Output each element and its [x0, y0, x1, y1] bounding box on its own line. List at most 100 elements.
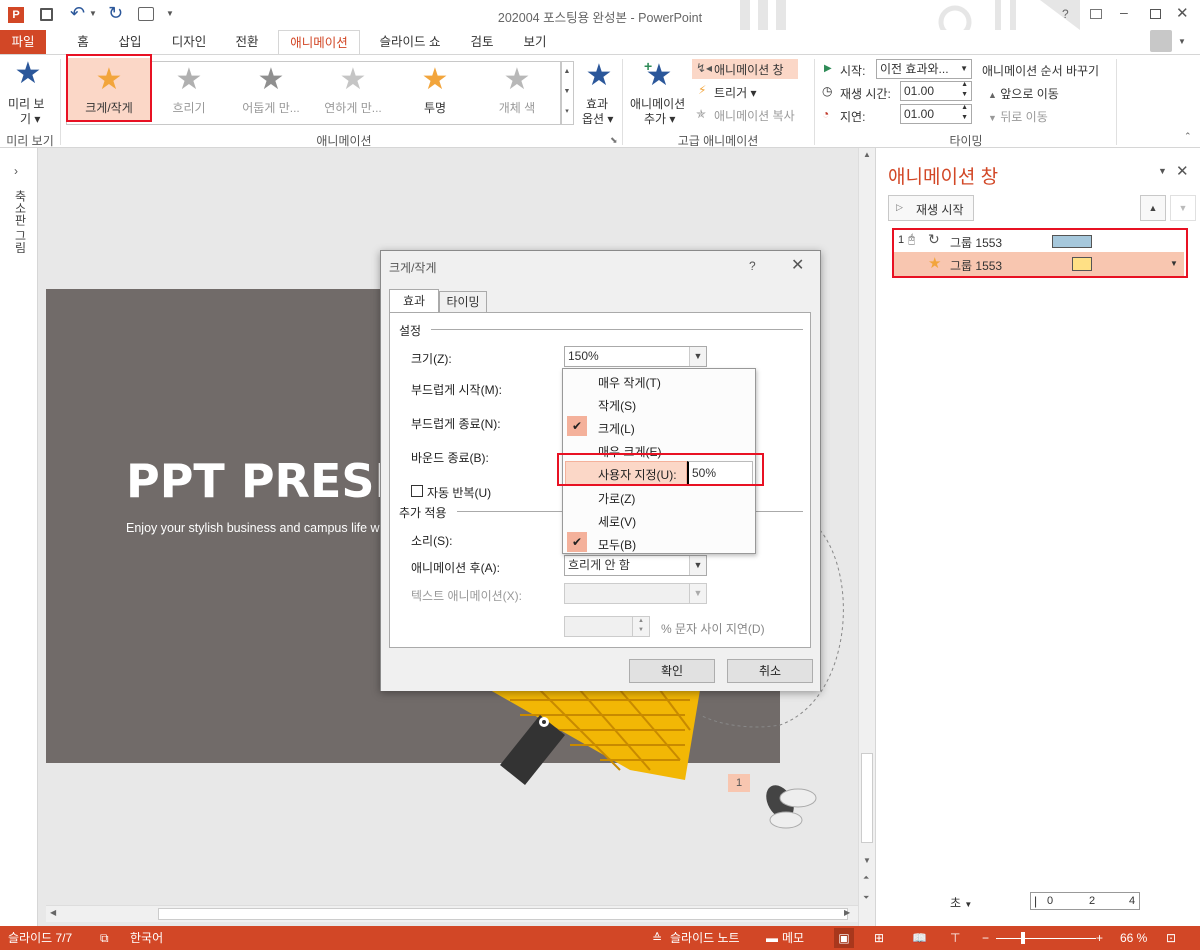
scroll-down-icon[interactable]: ▼ [863, 856, 871, 865]
save-icon[interactable] [40, 8, 53, 21]
expand-thumbnails-icon[interactable]: › [14, 164, 18, 178]
close-button[interactable]: ✕ [1176, 4, 1189, 22]
auto-reverse-label[interactable]: 자동 반복(U) [427, 484, 491, 501]
animation-label[interactable]: 투명 [396, 99, 474, 116]
tab-effect[interactable]: 효과 [389, 289, 439, 313]
menu-item-tiny[interactable]: 매우 작게(T) [598, 374, 661, 391]
start-dropdown[interactable]: 이전 효과와... ▼ [876, 59, 972, 79]
lighten-icon[interactable]: ★ [336, 65, 370, 95]
account-dropdown-icon[interactable]: ▼ [1178, 37, 1186, 46]
slide-counter[interactable]: 슬라이드 7/7 [8, 930, 72, 946]
tab-review[interactable]: 검토 [462, 30, 502, 54]
animation-label[interactable]: 연하게 만... [314, 99, 392, 116]
zoom-in-icon[interactable]: + [1096, 930, 1103, 946]
thumbnail-pane-label[interactable]: 축소판 그림 [12, 190, 29, 253]
menu-item-both[interactable]: 모두(B) [598, 536, 636, 553]
horizontal-scrollbar[interactable]: ◀ ▶ [46, 905, 858, 922]
move-down-button[interactable]: ▼ [1170, 195, 1196, 221]
duration-spinner[interactable]: 01.00 ▲ ▼ [900, 81, 972, 101]
vertical-scrollbar[interactable]: ▲ ▼ ⏶ ⏷ [858, 148, 875, 926]
help-button[interactable]: ? [1062, 7, 1069, 21]
undo-icon[interactable]: ↶ [70, 3, 85, 24]
reading-view-icon[interactable]: 📖 [912, 930, 927, 946]
slide-title[interactable]: PPT PRESE [126, 454, 406, 508]
menu-item-larger[interactable]: 크게(L) [598, 420, 635, 437]
tab-file[interactable]: 파일 [0, 30, 46, 54]
zoom-slider[interactable] [996, 938, 1096, 939]
tab-insert[interactable]: 삽입 [110, 30, 150, 54]
customize-qat-icon[interactable]: ▼ [166, 9, 174, 18]
slideshow-icon[interactable]: ⊤ [950, 930, 960, 946]
delay-spinner[interactable]: 01.00 ▲ ▼ [900, 104, 972, 124]
maximize-button[interactable] [1150, 9, 1161, 19]
slide-sorter-icon[interactable]: ⊞ [874, 930, 884, 946]
minimize-button[interactable]: – [1120, 4, 1128, 20]
gallery-scrollbar[interactable]: ▲ ▼ ▾ [560, 61, 574, 125]
comments-button[interactable]: 메모 [782, 930, 804, 946]
redo-icon[interactable]: ↻ [108, 3, 123, 24]
move-up-button[interactable]: ▲ [1140, 195, 1166, 221]
fade-icon[interactable]: ★ [172, 65, 206, 95]
preview-button-label-2[interactable]: 기 ▾ [20, 110, 40, 127]
scroll-thumb[interactable] [861, 753, 873, 843]
scroll-thumb[interactable] [158, 908, 848, 920]
effect-options-label-2[interactable]: 옵션 ▾ [582, 110, 613, 127]
slideshow-from-start-icon[interactable] [138, 7, 154, 21]
fit-to-window-icon[interactable]: ⊡ [1166, 930, 1176, 946]
animation-painter-label[interactable]: 애니메이션 복사 [714, 107, 795, 124]
scroll-right-icon[interactable]: ▶ [844, 908, 850, 917]
tab-slideshow[interactable]: 슬라이드 쇼 [370, 30, 450, 54]
tab-view[interactable]: 보기 [514, 30, 556, 54]
cancel-button[interactable]: 취소 [727, 659, 813, 683]
normal-view-button[interactable]: ▣ [834, 928, 854, 948]
animation-number-badge[interactable]: 1 [728, 774, 750, 792]
dialog-close-button[interactable]: ✕ [791, 255, 804, 275]
tab-design[interactable]: 디자인 [164, 30, 214, 54]
pane-close-button[interactable]: ✕ [1176, 162, 1189, 180]
timeline-scale[interactable]: 0 2 4 [1030, 892, 1140, 910]
tab-transitions[interactable]: 전환 [226, 30, 268, 54]
zoom-out-icon[interactable]: − [982, 930, 989, 946]
transparency-icon[interactable]: ★ [418, 65, 452, 95]
language-indicator[interactable]: 한국어 [130, 930, 163, 946]
dialog-help-button[interactable]: ? [749, 259, 756, 273]
tab-animations[interactable]: 애니메이션 [278, 30, 360, 55]
preview-icon[interactable]: ★ [10, 59, 46, 89]
menu-item-smaller[interactable]: 작게(S) [598, 397, 636, 414]
zoom-thumb[interactable] [1021, 932, 1025, 944]
effect-options-icon[interactable]: ★ [582, 61, 616, 91]
notes-icon[interactable]: ≙ [652, 930, 662, 946]
zoom-level[interactable]: 66 % [1120, 930, 1147, 946]
chevron-down-icon[interactable]: ▼ [689, 347, 706, 366]
scroll-up-icon[interactable]: ▲ [863, 150, 871, 159]
spellcheck-icon[interactable]: ⧉ [100, 930, 109, 946]
scroll-left-icon[interactable]: ◀ [50, 908, 56, 917]
dialog-launcher-icon[interactable]: ⬊ [610, 135, 618, 146]
comments-icon[interactable]: ▬ [766, 930, 778, 946]
tab-home[interactable]: 홈 [66, 30, 100, 54]
pane-options-icon[interactable]: ▼ [1158, 166, 1167, 176]
add-animation-label-2[interactable]: 추가 ▾ [644, 110, 675, 127]
animation-label[interactable]: 개체 색 [478, 99, 556, 116]
move-later-button[interactable]: ▼ 뒤로 이동 [988, 108, 1048, 125]
collapse-ribbon-icon[interactable]: ⌃ [1184, 131, 1192, 142]
trigger-label[interactable]: 트리거 ▾ [714, 84, 756, 101]
animation-label[interactable]: 흐리기 [150, 99, 228, 116]
auto-reverse-checkbox[interactable] [411, 485, 423, 497]
move-earlier-button[interactable]: ▲ 앞으로 이동 [988, 85, 1059, 102]
chevron-down-icon[interactable]: ▼ [689, 556, 706, 575]
slide-subtitle[interactable]: Enjoy your stylish business and campus l… [126, 521, 380, 535]
menu-item-vertical[interactable]: 세로(V) [598, 513, 636, 530]
animation-label[interactable]: 어둡게 만... [232, 99, 310, 116]
next-slide-icon[interactable]: ⏷ [863, 893, 869, 903]
account-avatar[interactable] [1150, 30, 1172, 52]
ok-button[interactable]: 확인 [629, 659, 715, 683]
tab-timing[interactable]: 타이밍 [439, 291, 487, 313]
notes-button[interactable]: 슬라이드 노트 [670, 930, 740, 946]
object-color-icon[interactable]: ★ [500, 65, 534, 95]
after-animation-combo[interactable]: 흐리게 안 함 ▼ [564, 555, 707, 576]
size-combo[interactable]: 150% ▼ [564, 346, 707, 367]
previous-slide-icon[interactable]: ⏶ [863, 873, 869, 883]
timeline-back-icon[interactable]: | [1034, 894, 1037, 908]
darken-icon[interactable]: ★ [254, 65, 288, 95]
